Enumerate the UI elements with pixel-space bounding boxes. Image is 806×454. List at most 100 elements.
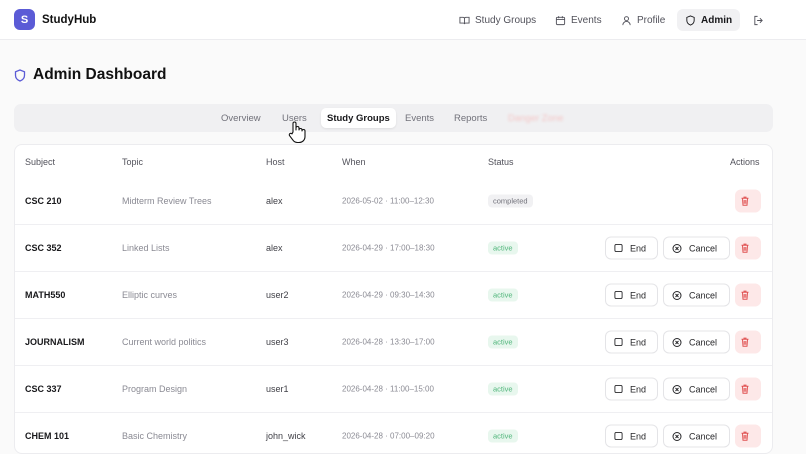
square-icon [614, 431, 623, 441]
end-button[interactable]: End [605, 283, 658, 307]
x-circle-icon [672, 243, 682, 253]
tab-overview[interactable]: Overview [221, 108, 261, 128]
end-button[interactable]: End [605, 236, 658, 260]
cell-topic: Program Design [122, 384, 188, 394]
admin-tabs: Overview Users Study Groups Events Repor… [14, 104, 773, 132]
tab-events[interactable]: Events [405, 108, 434, 128]
trash-icon [741, 337, 748, 347]
cell-topic: Linked Lists [122, 243, 170, 253]
status-badge: completed [488, 194, 533, 207]
cell-host: john_wick [266, 431, 306, 441]
nav-admin[interactable]: Admin [677, 9, 741, 31]
square-icon [614, 243, 623, 253]
tab-reports[interactable]: Reports [454, 108, 487, 128]
header-host: Host [266, 157, 285, 167]
study-groups-table: Subject Topic Host When Status Actions C… [14, 144, 773, 454]
end-label: End [630, 243, 647, 253]
nav-study-groups[interactable]: Study Groups [459, 9, 536, 31]
end-button[interactable]: End [605, 330, 658, 354]
cell-subject: CSC 352 [25, 243, 62, 253]
tab-study-groups[interactable]: Study Groups [321, 108, 396, 128]
cancel-button[interactable]: Cancel [663, 236, 730, 260]
cell-subject: CSC 210 [25, 195, 62, 206]
delete-button[interactable] [735, 424, 761, 448]
x-circle-icon [672, 384, 682, 394]
user-icon [622, 15, 631, 25]
table-row: JOURNALISM Current world politics user3 202… [15, 318, 772, 365]
header-when: When [342, 157, 366, 167]
status-badge: active [488, 382, 518, 396]
app-name: StudyHub [42, 13, 97, 26]
square-icon [614, 337, 623, 347]
cancel-button[interactable]: Cancel [663, 424, 730, 448]
top-nav: S StudyHub Study Groups Events Profile A… [0, 0, 806, 40]
tab-danger-zone[interactable]: Danger Zone [508, 108, 563, 128]
cell-subject: JOURNALISM [25, 337, 85, 347]
nav-profile[interactable]: Profile [621, 9, 665, 31]
trash-icon [741, 290, 748, 300]
delete-button[interactable] [735, 283, 761, 307]
status-badge: active [488, 241, 518, 255]
nav-events[interactable]: Events [555, 9, 602, 31]
cell-topic: Current world politics [122, 337, 207, 347]
cell-when: 2026-04-29 · 09:30–14:30 [342, 290, 435, 300]
table-row: CSC 352 Linked Lists alex 2026-04-29 · 17:0… [15, 224, 772, 271]
cancel-button[interactable]: Cancel [663, 377, 730, 401]
cell-host: alex [266, 195, 283, 206]
logout-button[interactable] [753, 9, 769, 31]
cancel-label: Cancel [689, 290, 718, 300]
delete-button[interactable] [735, 330, 761, 354]
cell-subject: MATH550 [25, 290, 66, 300]
calendar-icon [555, 15, 566, 25]
end-label: End [630, 337, 647, 347]
nav-label: Events [571, 14, 602, 26]
header-subject: Subject [25, 157, 56, 167]
cell-host: user2 [266, 290, 289, 300]
header-topic: Topic [122, 157, 144, 167]
cell-when: 2026-05-02 · 11:00–12:30 [342, 196, 434, 205]
cell-when: 2026-04-28 · 13:30–17:00 [342, 337, 435, 347]
header-actions: Actions [730, 157, 760, 167]
delete-button[interactable] [735, 189, 761, 212]
cell-topic: Midterm Review Trees [122, 195, 212, 206]
cancel-button[interactable]: Cancel [663, 283, 730, 307]
cell-when: 2026-04-29 · 17:00–18:30 [342, 243, 435, 253]
cancel-label: Cancel [689, 384, 718, 394]
status-badge: active [488, 335, 518, 349]
table-row: CSC 337 Program Design user1 2026-04-28 · 1… [15, 365, 772, 412]
end-label: End [630, 290, 647, 300]
brand[interactable]: S StudyHub [14, 9, 96, 30]
page-title: Admin Dashboard [14, 66, 166, 84]
shield-icon [686, 14, 695, 26]
delete-button[interactable] [735, 236, 761, 260]
cell-host: user1 [266, 384, 289, 394]
nav-label: Admin [701, 14, 733, 26]
header-status: Status [488, 157, 514, 167]
table-row: MATH550 Elliptic curves user2 2026-04-29 · … [15, 271, 772, 318]
cell-topic: Basic Chemistry [122, 431, 188, 441]
cell-host: user3 [266, 337, 289, 347]
end-button[interactable]: End [605, 424, 658, 448]
table-row: CHEM 101 Basic Chemistry john_wick 2026-04-… [15, 412, 772, 453]
x-circle-icon [672, 337, 682, 347]
delete-button[interactable] [735, 377, 761, 401]
trash-icon [741, 384, 748, 394]
cell-subject: CHEM 101 [25, 431, 70, 441]
trash-icon [741, 196, 748, 206]
x-circle-icon [672, 431, 682, 441]
trash-icon [741, 243, 748, 253]
page-title-text: Admin Dashboard [33, 66, 167, 83]
end-label: End [630, 384, 647, 394]
x-circle-icon [672, 290, 682, 300]
end-label: End [630, 431, 647, 441]
book-icon [459, 16, 470, 24]
cancel-label: Cancel [689, 243, 718, 253]
nav-label: Profile [637, 14, 666, 26]
cancel-label: Cancel [689, 337, 718, 347]
cell-topic: Elliptic curves [122, 290, 178, 300]
logo: S [14, 9, 35, 30]
end-button[interactable]: End [605, 377, 658, 401]
cell-when: 2026-04-28 · 07:00–09:20 [342, 431, 435, 441]
cell-when: 2026-04-28 · 11:00–15:00 [342, 384, 434, 394]
cancel-button[interactable]: Cancel [663, 330, 730, 354]
